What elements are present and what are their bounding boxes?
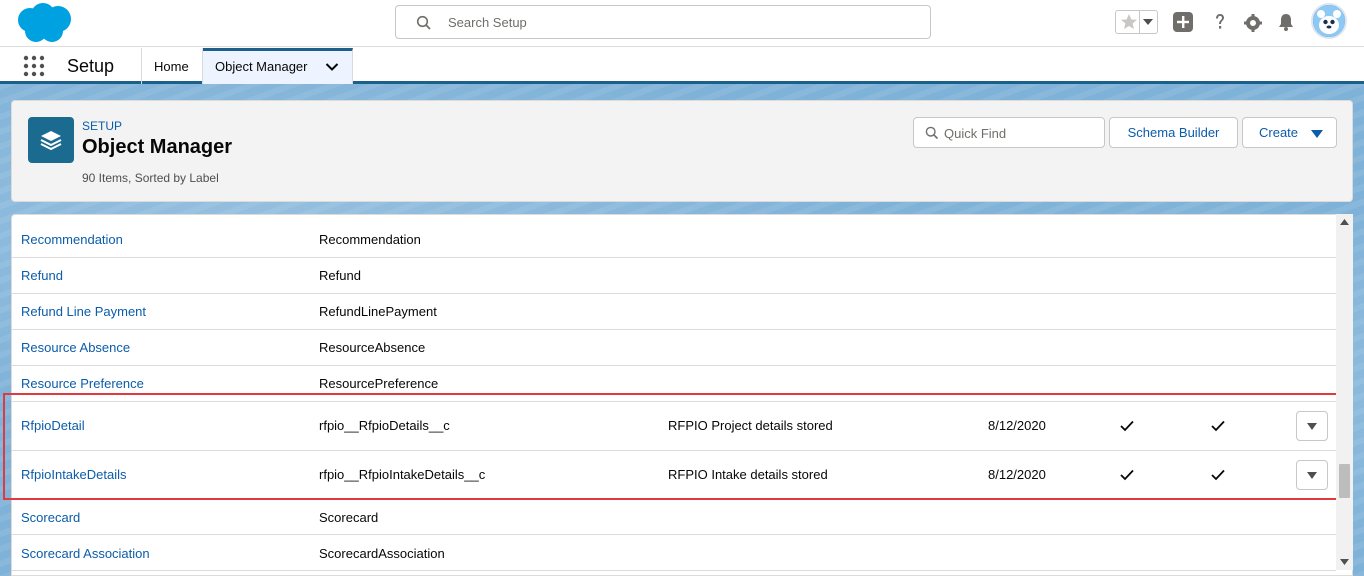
object-label-link[interactable]: RfpioDetail	[21, 418, 85, 433]
tab-home-label: Home	[154, 59, 189, 74]
object-label-link[interactable]: Resource Absence	[21, 340, 130, 355]
object-description: RFPIO Intake details stored	[668, 467, 828, 482]
search-input-placeholder[interactable]: Search Setup	[448, 15, 527, 30]
notifications-bell-icon[interactable]	[1275, 11, 1297, 33]
caret-down-icon	[1307, 472, 1317, 479]
scrollbar-thumb[interactable]	[1339, 464, 1350, 498]
api-name: RefundLinePayment	[319, 304, 437, 319]
scroll-up-arrow-icon[interactable]	[1340, 219, 1349, 225]
favorites-divider	[1139, 11, 1140, 33]
user-avatar[interactable]	[1311, 3, 1347, 39]
caret-down-icon	[1311, 130, 1323, 138]
search-setup-box[interactable]: Search Setup	[395, 5, 931, 39]
global-header: Search Setup	[0, 0, 1364, 47]
search-icon	[925, 126, 939, 140]
object-manager-layers-icon	[28, 117, 74, 163]
table-row: Refund Line Payment RefundLinePayment	[12, 294, 1336, 330]
quick-find-input[interactable]	[944, 123, 1099, 143]
table-row: RfpioDetail rfpio__RfpioDetails__c RFPIO…	[12, 402, 1336, 451]
app-name: Setup	[67, 56, 115, 76]
chevron-down-icon[interactable]	[1143, 18, 1153, 26]
api-name: rfpio__RfpioIntakeDetails__c	[319, 467, 486, 482]
api-name: Refund	[319, 268, 361, 283]
salesforce-cloud-logo[interactable]	[14, 2, 74, 44]
object-description: RFPIO Project details stored	[668, 418, 833, 433]
api-name: ScorecardAssociation	[319, 546, 445, 561]
api-name: ResourcePreference	[319, 376, 439, 391]
table-row: Refund Refund	[12, 258, 1336, 294]
table-row: RfpioIntakeDetails rfpio__RfpioIntakeDet…	[12, 451, 1336, 499]
object-list: Recommendation Recommendation Refund Ref…	[11, 214, 1353, 576]
api-name: rfpio__RfpioDetails__c	[319, 418, 450, 433]
chevron-down-icon[interactable]	[325, 62, 339, 72]
astro-avatar-icon	[1313, 5, 1345, 37]
deployed-check-icon	[1120, 420, 1134, 432]
list-scrollbar[interactable]	[1336, 214, 1353, 570]
favorites-button-group[interactable]	[1115, 10, 1158, 34]
api-name: Recommendation	[319, 232, 421, 247]
custom-check-icon	[1211, 420, 1225, 432]
add-icon[interactable]	[1172, 11, 1194, 33]
tab-home[interactable]: Home	[141, 48, 203, 84]
item-count-meta: 90 Items, Sorted by Label	[82, 171, 219, 185]
table-row: Scorecard Scorecard	[12, 499, 1336, 535]
deployed-check-icon	[1120, 469, 1134, 481]
scroll-down-arrow-icon[interactable]	[1340, 559, 1349, 565]
custom-check-icon	[1211, 469, 1225, 481]
object-label-link[interactable]: Refund	[21, 268, 63, 283]
page-header: SETUP Object Manager 90 Items, Sorted by…	[11, 100, 1353, 202]
object-label-link[interactable]: Scorecard Association	[21, 546, 150, 561]
row-actions-button[interactable]	[1296, 460, 1328, 490]
page-title: Object Manager	[82, 136, 233, 158]
api-name: Scorecard	[319, 510, 379, 525]
layers-icon	[40, 131, 62, 151]
table-row: Recommendation Recommendation	[12, 222, 1336, 258]
settings-gear-icon[interactable]	[1242, 11, 1264, 33]
last-modified-date: 8/12/2020	[988, 418, 1046, 433]
row-actions-button[interactable]	[1296, 411, 1328, 441]
table-row: Scorecard Association ScorecardAssociati…	[12, 535, 1336, 571]
page-eyebrow: SETUP	[82, 119, 123, 133]
tab-object-manager-label: Object Manager	[215, 59, 308, 74]
api-name: ResourceAbsence	[319, 340, 426, 355]
object-label-link[interactable]: Recommendation	[21, 232, 123, 247]
context-bar: Setup Home Object Manager	[0, 48, 1364, 84]
object-label-link[interactable]: RfpioIntakeDetails	[21, 467, 127, 482]
create-button[interactable]: Create	[1242, 117, 1337, 148]
app-launcher-waffle-icon[interactable]	[23, 55, 45, 77]
last-modified-date: 8/12/2020	[988, 467, 1046, 482]
caret-down-icon	[1307, 423, 1317, 430]
object-label-link[interactable]: Resource Preference	[21, 376, 144, 391]
create-button-label: Create	[1259, 125, 1299, 140]
tab-object-manager[interactable]: Object Manager	[203, 48, 353, 84]
help-icon[interactable]	[1209, 11, 1231, 33]
favorites-star-icon[interactable]	[1119, 12, 1139, 32]
search-icon	[416, 15, 431, 30]
object-label-link[interactable]: Refund Line Payment	[21, 304, 146, 319]
table-row: Resource Absence ResourceAbsence	[12, 330, 1336, 366]
quick-find-box[interactable]	[913, 117, 1105, 148]
object-label-link[interactable]: Scorecard	[21, 510, 80, 525]
schema-builder-button[interactable]: Schema Builder	[1109, 117, 1238, 148]
table-row: Resource Preference ResourcePreference	[12, 366, 1336, 402]
